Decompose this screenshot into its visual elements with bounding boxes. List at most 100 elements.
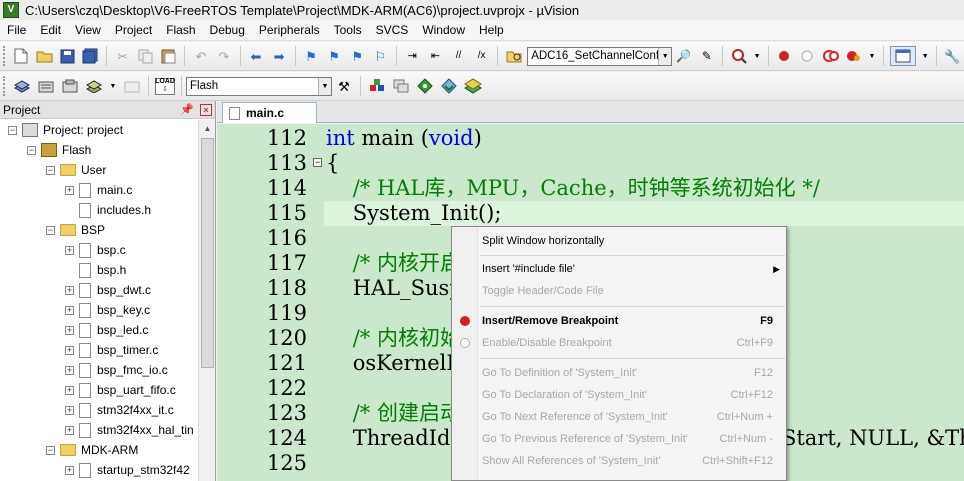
previous-bookmark-icon[interactable]: ⚑	[325, 46, 344, 66]
expand-icon[interactable]: +	[65, 365, 74, 375]
menu-file[interactable]: File	[0, 20, 33, 41]
copy-icon[interactable]	[136, 46, 155, 66]
expand-icon[interactable]: +	[65, 325, 74, 335]
tree-file[interactable]: + bsp_uart_fifo.c	[65, 380, 176, 400]
scroll-up-icon[interactable]: ▲	[199, 120, 216, 137]
project-scrollbar[interactable]: ▲	[198, 120, 215, 481]
new-file-icon[interactable]	[12, 46, 31, 66]
build-icon[interactable]	[36, 76, 56, 96]
scrollbar-thumb[interactable]	[201, 138, 214, 368]
stop-build-icon[interactable]	[122, 76, 142, 96]
menu-svcs[interactable]: SVCS	[369, 20, 416, 41]
collapse-icon[interactable]: −	[27, 145, 36, 155]
select-software-packs-icon[interactable]	[439, 76, 459, 96]
expand-icon[interactable]: +	[65, 465, 74, 475]
navigate-forward-icon[interactable]: ➡	[270, 46, 289, 66]
tree-group[interactable]: − Flash	[27, 140, 91, 160]
code-line[interactable]: System_Init();	[326, 201, 502, 226]
tree-file[interactable]: + stm32f4xx_hal_tin	[65, 420, 194, 440]
menu-item-goto-definition[interactable]: Go To Definition of 'System_Init' F12	[452, 362, 786, 384]
window-layout-icon[interactable]	[889, 46, 917, 66]
menu-item-show-all-references[interactable]: Show All References of 'System_Init' Ctrl…	[452, 450, 786, 472]
collapse-icon[interactable]: −	[46, 445, 55, 455]
expand-icon[interactable]: +	[65, 185, 74, 195]
save-all-icon[interactable]	[81, 46, 100, 66]
tree-group[interactable]: − User	[46, 160, 106, 180]
menu-help[interactable]: Help	[472, 20, 511, 41]
uncomment-selection-icon[interactable]: /x	[472, 46, 491, 66]
expand-icon[interactable]: +	[65, 405, 74, 415]
expand-icon[interactable]: +	[65, 245, 74, 255]
fold-toggle-icon[interactable]: −	[313, 158, 322, 167]
tree-group[interactable]: − BSP	[46, 220, 105, 240]
collapse-icon[interactable]: −	[8, 125, 17, 135]
menu-item-goto-declaration[interactable]: Go To Declaration of 'System_Init' Ctrl+F…	[452, 384, 786, 406]
clear-bookmarks-icon[interactable]: ⚐	[371, 46, 390, 66]
menu-item-insert-breakpoint[interactable]: Insert/Remove Breakpoint F9	[452, 310, 786, 332]
close-icon[interactable]: ×	[200, 103, 212, 116]
batch-build-icon[interactable]	[84, 76, 104, 96]
expand-icon[interactable]: +	[65, 345, 74, 355]
expand-icon[interactable]: +	[65, 285, 74, 295]
tree-file[interactable]: + bsp_timer.c	[65, 340, 158, 360]
comment-selection-icon[interactable]: //	[449, 46, 468, 66]
toolbar-grip[interactable]	[3, 76, 7, 96]
insert-bookmark-icon[interactable]: ⚑	[302, 46, 321, 66]
unindent-icon[interactable]: ⇤	[426, 46, 445, 66]
menu-tools[interactable]: Tools	[327, 20, 369, 41]
tree-file[interactable]: + bsp.c	[65, 240, 126, 260]
menu-debug[interactable]: Debug	[203, 20, 252, 41]
undo-icon[interactable]: ↶	[191, 46, 210, 66]
options-for-target-icon[interactable]: ⚒	[334, 76, 354, 96]
menu-edit[interactable]: Edit	[33, 20, 68, 41]
menu-view[interactable]: View	[68, 20, 108, 41]
indent-icon[interactable]: ⇥	[403, 46, 422, 66]
expand-icon[interactable]: +	[65, 305, 74, 315]
manage-run-time-environment-icon[interactable]	[415, 76, 435, 96]
tree-file[interactable]: + stm32f4xx_it.c	[65, 400, 174, 420]
tree-file[interactable]: bsp.h	[65, 260, 126, 280]
uvision-app-icon[interactable]: V	[3, 2, 19, 18]
open-file-icon[interactable]	[35, 46, 54, 66]
code-line[interactable]: int main (void)	[326, 126, 482, 151]
chevron-down-icon[interactable]: ▼	[658, 47, 672, 65]
chevron-down-icon[interactable]: ▼	[867, 46, 877, 66]
cut-icon[interactable]: ✂	[113, 46, 132, 66]
find-function-combo[interactable]: ADC16_SetChannelConfi ▼	[527, 46, 673, 66]
menu-item-goto-next-reference[interactable]: Go To Next Reference of 'System_Init' Ctr…	[452, 406, 786, 428]
toolbar-grip[interactable]	[3, 46, 7, 66]
download-icon[interactable]: LOAD ⇩	[155, 77, 175, 95]
tree-file[interactable]: + startup_stm32f42	[65, 460, 190, 480]
pack-installer-icon[interactable]	[463, 76, 483, 96]
menu-item-goto-previous-reference[interactable]: Go To Previous Reference of 'System_Init…	[452, 428, 786, 450]
find-icon[interactable]: ✎	[697, 46, 716, 66]
chevron-down-icon[interactable]: ▼	[752, 46, 762, 66]
enable-breakpoint-icon[interactable]	[798, 46, 817, 66]
menu-flash[interactable]: Flash	[159, 20, 202, 41]
tree-group[interactable]: − MDK-ARM	[46, 440, 138, 460]
menu-item-toggle-header[interactable]: Toggle Header/Code File	[452, 280, 786, 302]
debug-session-icon[interactable]	[729, 46, 748, 66]
incremental-find-icon[interactable]: 🔎	[674, 46, 693, 66]
collapse-icon[interactable]: −	[46, 165, 55, 175]
tree-file[interactable]: includes.h	[65, 200, 151, 220]
tree-file[interactable]: + bsp_led.c	[65, 320, 148, 340]
tree-file[interactable]: + bsp_dwt.c	[65, 280, 151, 300]
menu-peripherals[interactable]: Peripherals	[252, 20, 327, 41]
menu-item-enable-breakpoint[interactable]: Enable/Disable Breakpoint Ctrl+F9	[452, 332, 786, 354]
tree-file[interactable]: + main.c	[65, 180, 132, 200]
tree-group[interactable]: − Project: project	[8, 120, 123, 140]
expand-icon[interactable]: +	[65, 385, 74, 395]
save-icon[interactable]	[58, 46, 77, 66]
rebuild-icon[interactable]	[60, 76, 80, 96]
disable-all-breakpoints-icon[interactable]	[821, 46, 840, 66]
select-target-combo[interactable]: Flash ▼	[186, 76, 332, 96]
chevron-down-icon[interactable]: ▼	[108, 76, 118, 96]
insert-breakpoint-icon[interactable]	[775, 46, 794, 66]
tree-file[interactable]: + bsp_fmc_io.c	[65, 360, 168, 380]
paste-icon[interactable]	[159, 46, 178, 66]
configure-tools-icon[interactable]: 🔧	[943, 46, 962, 66]
collapse-icon[interactable]: −	[46, 225, 55, 235]
pin-icon[interactable]: 📌	[180, 103, 194, 116]
expand-icon[interactable]: +	[65, 425, 74, 435]
